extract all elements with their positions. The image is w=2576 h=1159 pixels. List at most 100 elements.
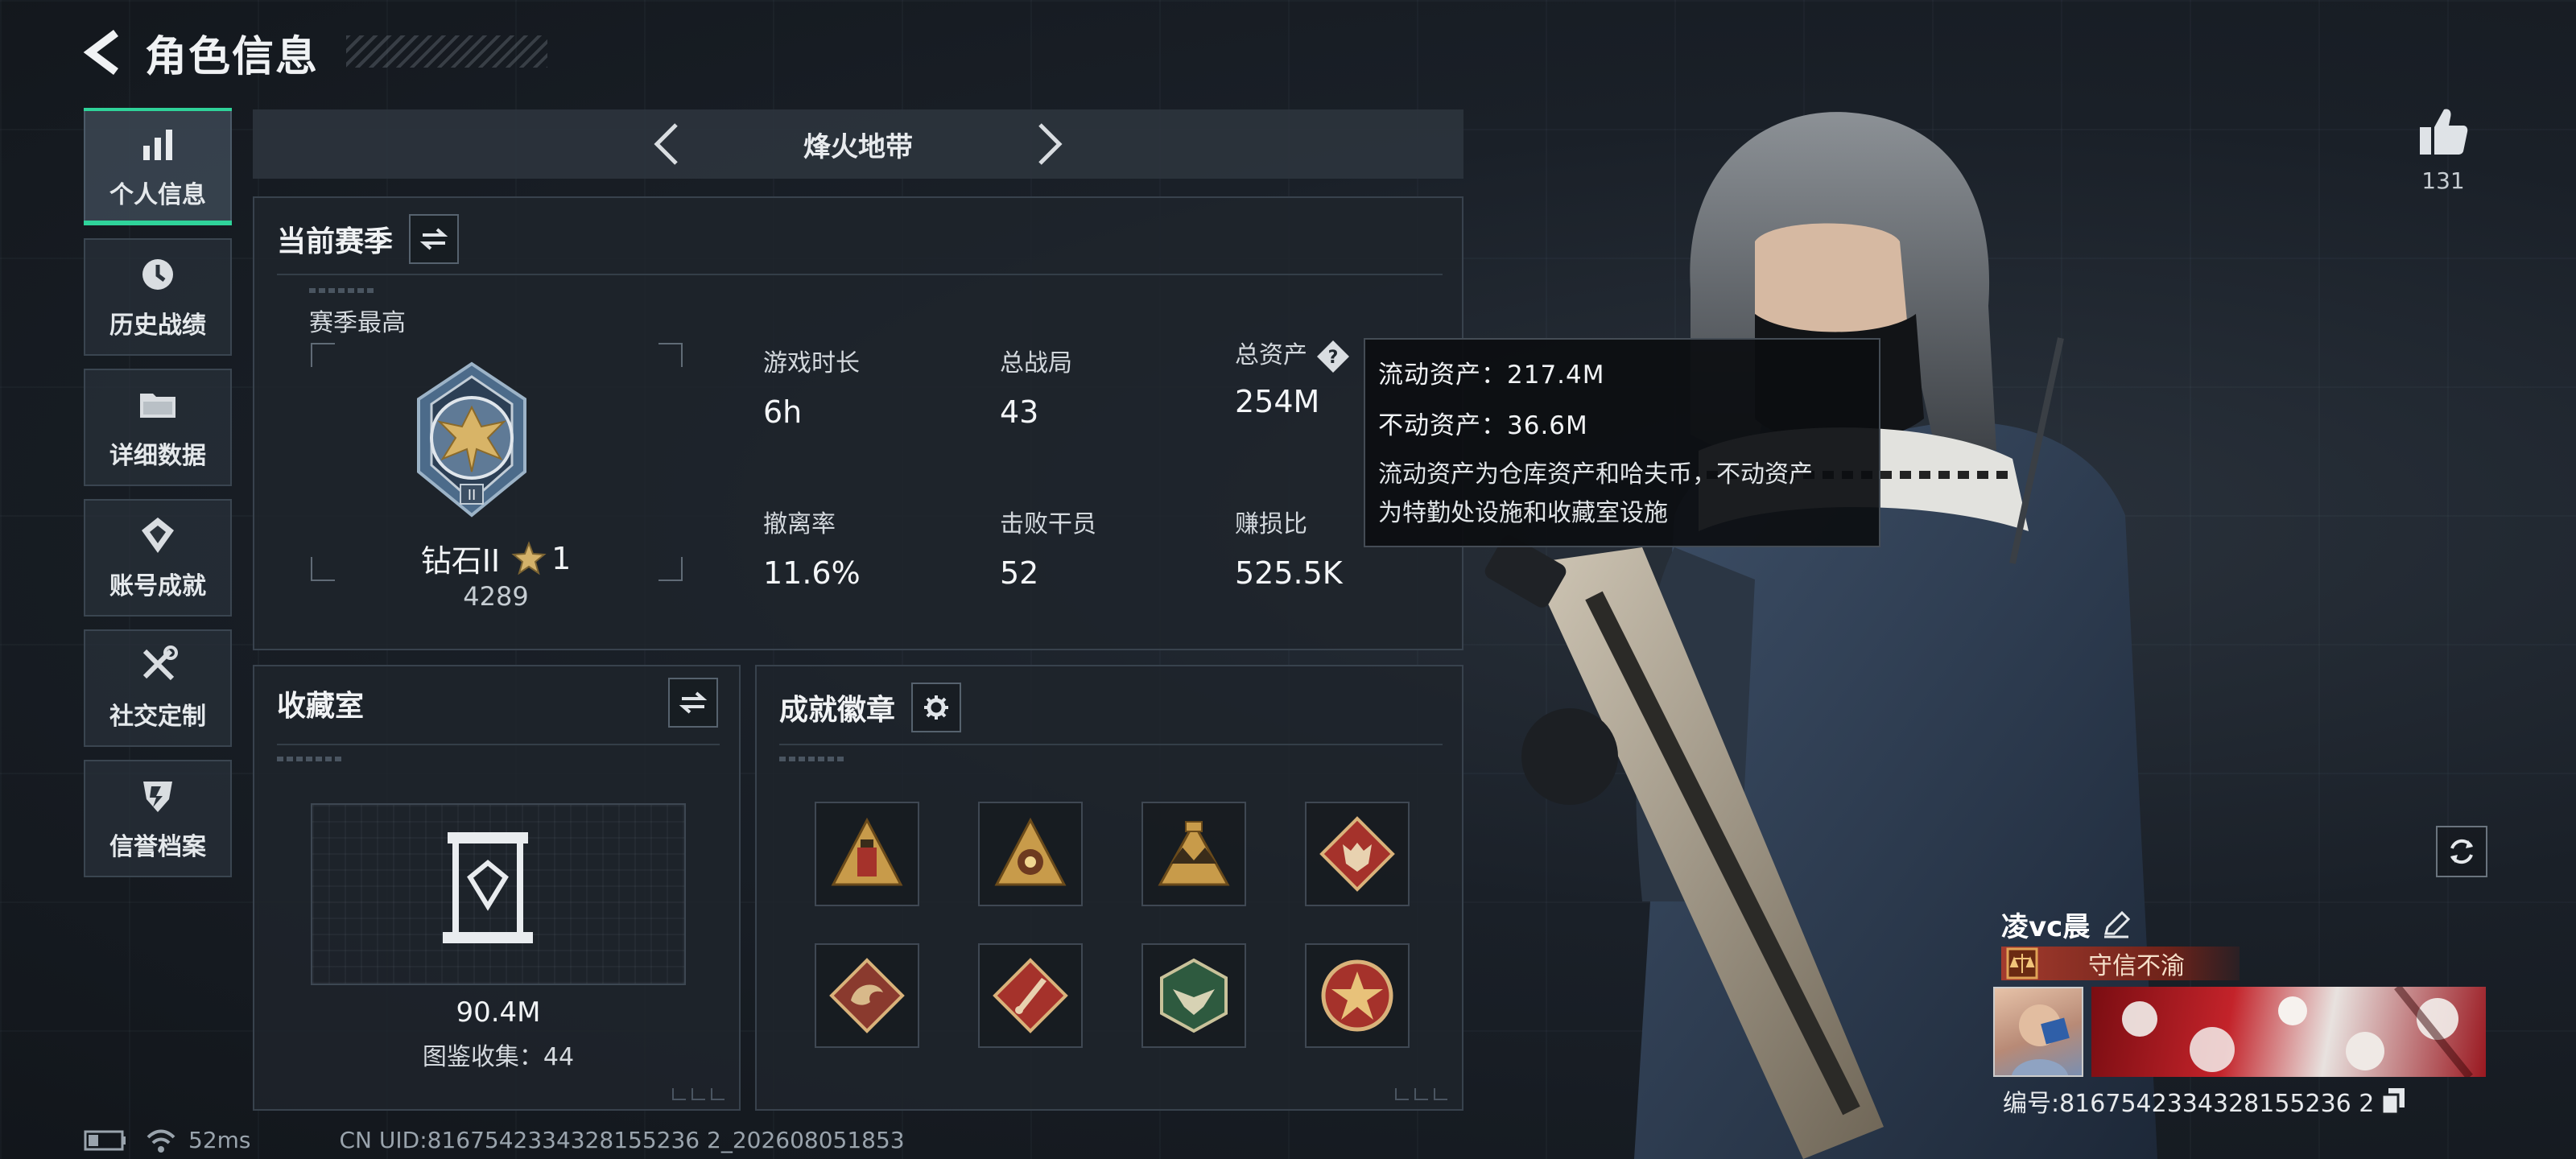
badge-star-icon <box>1321 959 1393 1032</box>
stat-label: 总资产? <box>1235 335 1351 374</box>
sidebar-item-achievements[interactable]: 账号成就 <box>84 499 232 617</box>
sidebar-item-detail-data[interactable]: 详细数据 <box>84 369 232 486</box>
mode-selector: 烽火地带 <box>253 109 1463 179</box>
achievement-badge[interactable] <box>978 943 1083 1048</box>
achievements-title: 成就徽章 <box>779 694 896 727</box>
sidebar-item-personal-info[interactable]: 个人信息 <box>84 108 232 225</box>
star-icon <box>511 540 547 575</box>
player-name: 凌vc晨 <box>2001 911 2091 943</box>
player-avatar[interactable] <box>1993 987 2083 1077</box>
season-switch-button[interactable] <box>409 214 460 264</box>
shield-icon <box>143 782 172 812</box>
stat-label: 赚损比 <box>1235 510 1307 538</box>
page-title: 角色信息 <box>145 32 320 81</box>
achievement-icon <box>142 518 174 553</box>
season-best-label: 赛季最高 <box>309 309 406 337</box>
collection-title: 收藏室 <box>277 690 365 723</box>
collection-value: 90.4M <box>456 996 541 1029</box>
help-icon[interactable]: ? <box>1315 339 1351 374</box>
ping-value: 52ms <box>188 1127 251 1153</box>
badge-hawk-icon <box>1160 958 1228 1033</box>
stat-label: 游戏时长 <box>763 349 860 377</box>
mode-title: 烽火地带 <box>803 130 913 163</box>
bar-chart-icon <box>143 130 172 160</box>
like-button[interactable]: 131 <box>2407 103 2479 194</box>
collection-count: 图鉴收集：44 <box>422 1043 575 1071</box>
vault-pedestal-icon <box>443 832 533 943</box>
avatar-image <box>2012 1004 2070 1075</box>
back-arrow-icon[interactable] <box>80 28 126 76</box>
svg-text:II: II <box>468 487 477 504</box>
rank-name: 钻石II <box>420 543 501 579</box>
achievements-header: 成就徽章 <box>779 683 962 732</box>
swap-icon <box>419 228 448 250</box>
achievement-badge[interactable] <box>978 802 1083 906</box>
thumbs-up-icon <box>2420 109 2468 155</box>
sidebar-item-social[interactable]: 社交定制 <box>84 629 232 747</box>
collection-panel[interactable]: 收藏室 90.4M 图鉴收集：44 <box>253 665 741 1111</box>
refresh-icon <box>2450 839 2473 864</box>
achievements-settings-button[interactable] <box>911 683 962 732</box>
title-decoration <box>346 35 547 68</box>
player-id: 编号:8167542334328155236 2 <box>2003 1090 2375 1118</box>
frame-corner <box>311 343 335 367</box>
gear-icon <box>924 695 949 720</box>
achievement-badge[interactable] <box>1141 943 1246 1048</box>
sidebar-item-label: 社交定制 <box>109 703 206 731</box>
badge-wolf-icon <box>1319 816 1395 892</box>
stat-label-text: 总资产 <box>1235 341 1307 369</box>
corner-decoration <box>672 1088 724 1100</box>
edit-pencil-icon[interactable] <box>2101 909 2132 940</box>
chevron-right-icon[interactable] <box>1034 120 1066 168</box>
tooltip-liquid-assets: 流动资产：217.4M <box>1378 361 1605 390</box>
achievement-badge[interactable] <box>1141 802 1246 906</box>
achievement-badge[interactable] <box>1305 802 1410 906</box>
chevron-left-icon[interactable] <box>650 120 683 168</box>
sidebar-item-history[interactable]: 历史战绩 <box>84 238 232 356</box>
refresh-button[interactable] <box>2436 826 2487 877</box>
swap-icon <box>679 691 708 714</box>
uid-text: CN UID:8167542334328155236 2_20260805185… <box>339 1127 905 1153</box>
assets-tooltip: 流动资产：217.4M 不动资产：36.6M 流动资产为仓库资产和哈夫币，不动资… <box>1364 338 1880 547</box>
diamond-rank-emblem-icon: II <box>417 361 526 518</box>
achievement-badge[interactable] <box>815 943 919 1048</box>
wifi-icon <box>147 1129 175 1153</box>
tools-icon <box>142 645 178 681</box>
collection-switch-button[interactable] <box>668 678 718 728</box>
player-banner[interactable] <box>2091 987 2486 1077</box>
stat-label: 撤离率 <box>763 510 836 538</box>
badge-eye-icon <box>994 817 1067 886</box>
stat-assets: 总资产? 254M <box>1235 335 1351 419</box>
stat-matches: 总战局 43 <box>1000 343 1072 430</box>
stat-value: 6h <box>763 394 803 430</box>
banner-image <box>2122 987 2473 1077</box>
season-title: 当前赛季 <box>277 225 394 258</box>
sidebar-item-credit[interactable]: 信誉档案 <box>84 760 232 877</box>
tooltip-fixed-assets: 不动资产：36.6M <box>1378 411 1588 440</box>
credit-title-bar: 守信不渝 <box>2001 947 2240 980</box>
badge-tower-icon <box>831 817 903 886</box>
sidebar-item-label: 详细数据 <box>109 442 206 470</box>
rank-score: 4289 <box>463 581 529 612</box>
battery-icon <box>84 1130 126 1150</box>
status-footer: 52ms CN UID:8167542334328155236 2_202608… <box>84 1127 905 1153</box>
decoration-mark <box>309 288 374 293</box>
history-icon <box>142 259 173 290</box>
copy-icon[interactable] <box>2380 1087 2406 1116</box>
achievement-badge[interactable] <box>1305 943 1410 1048</box>
svg-text:?: ? <box>1328 348 1339 368</box>
decoration-mark <box>779 757 844 761</box>
divider <box>277 744 720 745</box>
season-panel: 当前赛季 赛季最高 II 钻石II 1 4289 游戏时长 6h 总战局 43 … <box>253 196 1463 650</box>
season-header: 当前赛季 <box>277 214 460 264</box>
divider <box>779 744 1443 745</box>
tooltip-description-1: 流动资产为仓库资产和哈夫币，不动资产 <box>1378 460 1813 489</box>
badge-crown-icon <box>1158 820 1230 886</box>
player-id-row: 编号:8167542334328155236 2 <box>2003 1083 2406 1119</box>
like-count: 131 <box>2421 167 2465 194</box>
achievement-badge[interactable] <box>815 802 919 906</box>
credit-title: 守信不渝 <box>2088 952 2185 980</box>
stat-label: 击败干员 <box>1000 510 1096 538</box>
tooltip-description-2: 为特勤处设施和收藏室设施 <box>1378 499 1668 527</box>
badge-blade-icon <box>993 958 1068 1033</box>
